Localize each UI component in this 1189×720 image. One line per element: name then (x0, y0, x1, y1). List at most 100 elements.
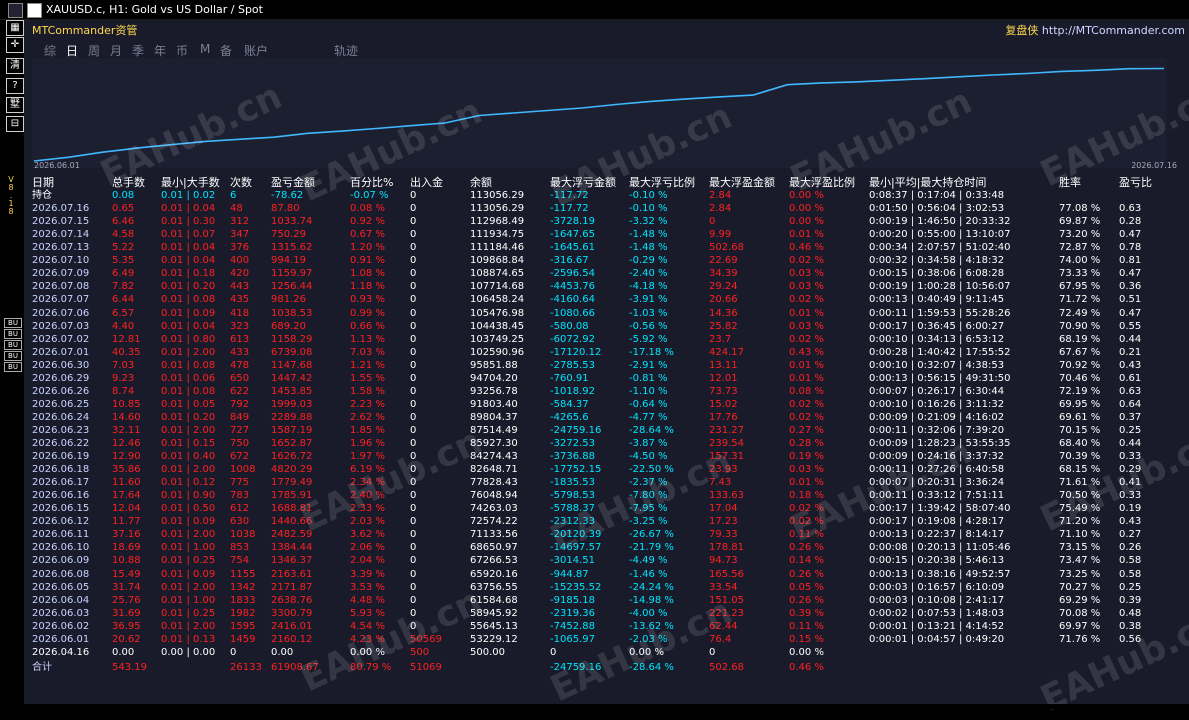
cell-0: 日期 (32, 176, 54, 189)
side-button-2[interactable]: BU (4, 340, 22, 350)
cell-12: 0:00:17 | 0:36:45 | 6:00:27 (869, 320, 1005, 332)
cell-6: 0 (410, 568, 417, 580)
cell-5: 1.55 % (350, 372, 385, 384)
cell-14: 0.43 (1119, 516, 1142, 528)
cell-13: 72.87 % (1059, 242, 1101, 254)
tab-7[interactable]: M (200, 42, 210, 56)
cell-0: 2026.06.12 (32, 516, 90, 528)
cell-6: 51069 (410, 661, 442, 673)
cell-3: 612 (230, 503, 250, 515)
table-row: 2026.07.07 6.44 0.01 | 0.08 435 981.26 0.93 %… (32, 293, 1182, 306)
cell-14: 0.27 (1119, 529, 1142, 541)
cell-5: 2.23 % (350, 398, 385, 410)
cell-13: 73.25 % (1059, 568, 1101, 580)
cell-6: 0 (410, 372, 417, 384)
table-row: 2026.06.10 18.69 0.01 | 1.00 853 1384.44 2.06… (32, 541, 1182, 554)
tab-9[interactable]: 账户 (244, 42, 268, 59)
tool-button-2[interactable]: 清 (6, 58, 24, 74)
tab-6[interactable]: 币 (176, 42, 188, 59)
cell-13: 70.46 % (1059, 372, 1101, 384)
cell-7: 113056.29 (470, 190, 525, 202)
cell-4: -78.62 (271, 190, 304, 202)
cell-3: 775 (230, 477, 250, 489)
cell-9: -4.49 % (629, 555, 668, 567)
cell-9: -14.98 % (629, 594, 674, 606)
cell-6: 0 (410, 542, 417, 554)
table-row: 2026.07.03 4.40 0.01 | 0.04 323 689.20 0.66 %… (32, 320, 1182, 333)
tab-4[interactable]: 季 (132, 42, 144, 59)
cell-10: 2.84 (709, 190, 732, 202)
cell-1: 31.69 (112, 607, 141, 619)
cell-0: 2026.06.17 (32, 477, 90, 489)
cell-3: 750 (230, 438, 250, 449)
cell-5: 0.92 % (350, 216, 385, 228)
cell-7: 104438.45 (470, 320, 525, 332)
brand-link[interactable]: 复盘侠 http://MTCommander.com (1005, 22, 1185, 38)
cell-12: 0:00:13 | 0:38:16 | 49:52:57 (869, 568, 1011, 580)
cell-0: 2026.07.09 (32, 268, 90, 280)
cell-5: 5.93 % (350, 607, 385, 619)
cell-5: 4.48 % (350, 594, 385, 606)
cell-0: 2026.07.01 (32, 346, 90, 358)
cell-5: 1.08 % (350, 268, 385, 280)
cell-4: 1453.85 (271, 385, 313, 397)
tab-0[interactable]: 综 (44, 42, 56, 59)
cell-2: 0.01 | 0.02 (161, 190, 216, 202)
cell-10: 424.17 (709, 346, 744, 358)
tab-3[interactable]: 月 (110, 42, 122, 59)
cell-12: 0:00:17 | 0:19:08 | 4:28:17 (869, 516, 1005, 528)
cell-0: 2026.06.26 (32, 385, 90, 397)
cell-0: 2026.06.25 (32, 398, 90, 410)
cell-14: 0.26 (1119, 542, 1142, 554)
cell-14: 0.78 (1119, 242, 1142, 254)
cell-10: 33.54 (709, 581, 738, 593)
tab-8[interactable]: 备 (220, 42, 232, 59)
cell-1: 14.60 (112, 411, 141, 423)
cell-11: 0.01 % (789, 477, 824, 489)
cell-13: 73.15 % (1059, 542, 1101, 554)
cell-14: 0.81 (1119, 255, 1142, 267)
tool-button-4[interactable]: 墅 (6, 97, 24, 113)
cell-0: 合计 (32, 661, 52, 673)
cell-11: 0.15 % (789, 633, 824, 645)
tab-1[interactable]: 日 (66, 42, 78, 59)
cell-13: 70.15 % (1059, 424, 1101, 436)
tool-button-0[interactable]: ▦ (6, 20, 24, 36)
cell-10: 17.23 (709, 516, 738, 528)
side-button-4[interactable]: BU (4, 362, 22, 372)
cell-14: 0.51 (1119, 294, 1142, 306)
side-button-0[interactable]: BU (4, 318, 22, 328)
cell-8: 0 (550, 646, 557, 658)
cell-9: -0.64 % (629, 398, 668, 410)
table-row: 2026.06.03 31.69 0.01 | 0.25 1982 3300.79 5.9… (32, 607, 1182, 620)
cell-6: 0 (410, 359, 417, 371)
cell-6: 0 (410, 333, 417, 345)
cell-0: 2026.06.23 (32, 424, 90, 436)
cell-2: 0.01 | 0.90 (161, 490, 216, 502)
cell-11: 0.26 % (789, 594, 824, 606)
tool-button-5[interactable]: ⊟ (6, 116, 24, 132)
cell-6: 0 (410, 281, 417, 293)
tab-2[interactable]: 周 (88, 42, 100, 59)
cell-0: 2026.07.15 (32, 216, 90, 228)
cell-0: 2026.07.03 (32, 320, 90, 332)
tab-10[interactable]: 轨迹 (334, 42, 358, 59)
cell-8: -1080.66 (550, 307, 595, 319)
cell-12: 0:00:03 | 0:10:08 | 2:41:17 (869, 594, 1005, 606)
tool-button-1[interactable]: ✛ (6, 37, 24, 53)
cell-5: 3.53 % (350, 581, 385, 593)
app-menu-icon[interactable] (8, 3, 23, 18)
tab-5[interactable]: 年 (154, 42, 166, 59)
side-button-1[interactable]: BU (4, 329, 22, 339)
cell-12: 0:00:19 | 1:46:50 | 20:33:32 (869, 216, 1011, 228)
cell-3: 1342 (230, 581, 256, 593)
cell-2: 0.01 | 0.07 (161, 229, 216, 241)
side-button-3[interactable]: BU (4, 351, 22, 361)
cell-11: 0.05 % (789, 581, 824, 593)
cell-8: -3736.88 (550, 451, 595, 463)
cell-13: 74.00 % (1059, 255, 1101, 267)
cell-2: 0.01 | 2.00 (161, 620, 216, 632)
cell-11: 0.02 % (789, 255, 824, 267)
cell-7: 108874.65 (470, 268, 525, 280)
tool-button-3[interactable]: ? (6, 78, 24, 94)
